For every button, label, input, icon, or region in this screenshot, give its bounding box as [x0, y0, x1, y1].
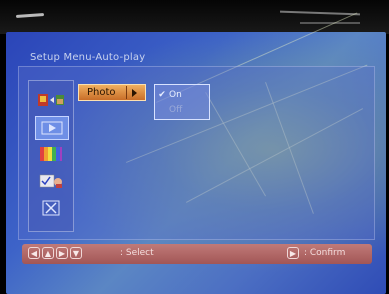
option-off[interactable]: Off: [155, 102, 209, 117]
up-key-icon: ▲: [42, 247, 54, 259]
sidebar-item-settings[interactable]: [35, 170, 67, 192]
down-key-icon: ▼: [70, 247, 82, 259]
sidebar: [28, 80, 74, 232]
slideshow-settings-icon: [38, 94, 64, 106]
photo-label: Photo: [87, 87, 116, 98]
left-key-icon: ◀: [28, 247, 40, 259]
footer-hint-bar: ◀ ▲ ▶ ▼ : Select ▶ : Confirm: [22, 244, 372, 264]
frame-bezel: [0, 0, 389, 34]
right-key-icon: ▶: [56, 247, 68, 259]
sidebar-item-exit[interactable]: [35, 197, 67, 219]
option-label: Off: [169, 104, 183, 115]
menu-title: Setup Menu-Auto-play: [30, 52, 146, 63]
sidebar-item-slideshow[interactable]: [35, 89, 67, 111]
confirm-hint: : Confirm: [304, 248, 346, 258]
photo-submenu-button[interactable]: Photo: [78, 84, 146, 101]
arrow-right-icon: [132, 89, 137, 97]
options-dropdown: ✔ On Off: [154, 84, 210, 120]
option-on[interactable]: ✔ On: [155, 87, 209, 102]
sidebar-item-display[interactable]: [35, 143, 67, 165]
glare: [15, 13, 45, 18]
option-label: On: [169, 89, 182, 100]
divider: [126, 86, 127, 99]
sidebar-item-auto-play[interactable]: [35, 116, 69, 140]
glare: [279, 10, 361, 16]
confirm-key-icon: ▶: [287, 247, 299, 259]
color-bars-icon: [40, 147, 62, 161]
checklist-icon: [39, 174, 62, 188]
close-icon: [42, 200, 60, 216]
check-icon: ✔: [158, 89, 166, 100]
select-hint: : Select: [120, 248, 154, 258]
play-icon: [41, 121, 63, 135]
